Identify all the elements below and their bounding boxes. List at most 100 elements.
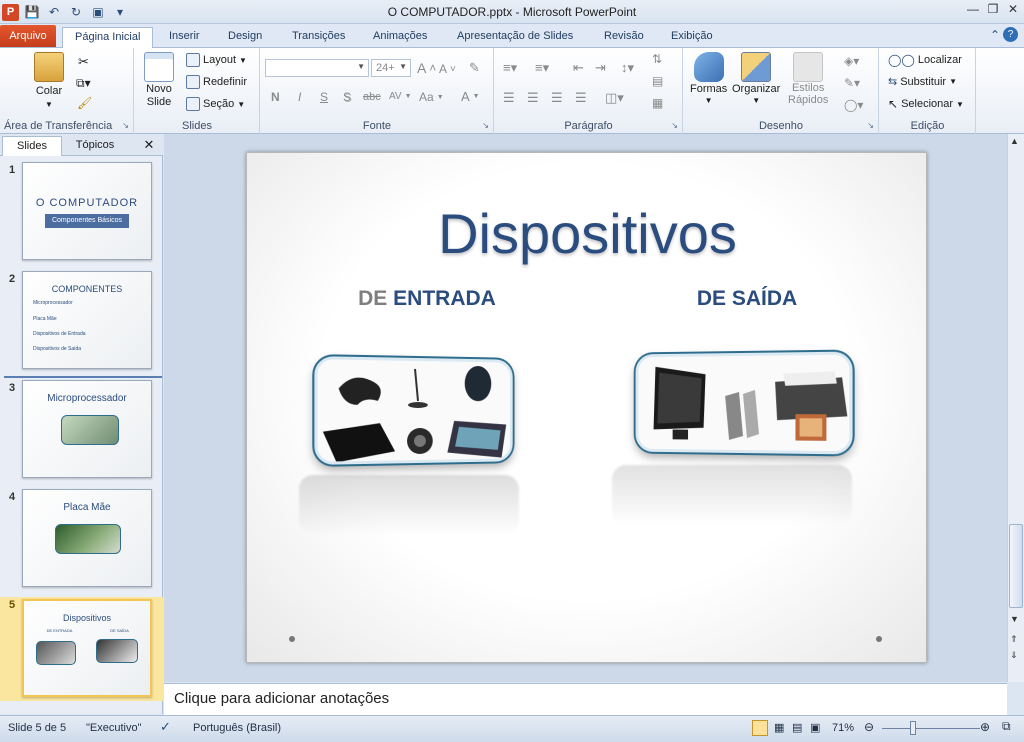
- decrease-indent-icon[interactable]: ⇤: [573, 60, 584, 76]
- tab-insert[interactable]: Inserir: [157, 27, 212, 48]
- shadow-button[interactable]: S: [343, 90, 351, 104]
- restore-icon[interactable]: ❐: [986, 2, 1000, 16]
- shrink-font-icon[interactable]: A ˅: [439, 62, 456, 76]
- new-slide-button[interactable]: Novo Slide: [144, 52, 174, 108]
- underline-button[interactable]: S: [320, 90, 328, 104]
- arrange-button[interactable]: Organizar ▼: [732, 52, 780, 105]
- layout-button[interactable]: Layout ▼: [186, 53, 247, 67]
- help-icon[interactable]: ?: [1003, 27, 1018, 42]
- zoom-slider-thumb[interactable]: [910, 721, 916, 735]
- columns-icon[interactable]: ◫▾: [605, 90, 624, 106]
- dialog-launcher-icon[interactable]: ↘: [482, 121, 489, 130]
- scroll-down-icon[interactable]: ▼: [1010, 614, 1019, 624]
- next-slide-icon[interactable]: ⇓: [1010, 650, 1018, 661]
- minimize-icon[interactable]: —: [966, 2, 980, 16]
- slide-title[interactable]: Dispositivos: [247, 201, 928, 266]
- normal-view-icon[interactable]: [752, 720, 768, 736]
- smartart-icon[interactable]: ▦: [652, 96, 663, 110]
- output-devices-picture[interactable]: [635, 351, 853, 455]
- italic-button[interactable]: I: [298, 90, 301, 104]
- align-right-icon[interactable]: ☰: [551, 90, 563, 106]
- tab-slideshow[interactable]: Apresentação de Slides: [445, 27, 585, 48]
- paste-button[interactable]: Colar ▼: [34, 52, 64, 109]
- find-button[interactable]: ◯◯ Localizar: [888, 53, 962, 67]
- theme-name[interactable]: "Executivo": [86, 722, 142, 734]
- scroll-thumb[interactable]: [1009, 524, 1023, 608]
- line-spacing-icon[interactable]: ↕▾: [621, 60, 634, 76]
- tab-outline-pane[interactable]: Tópicos: [64, 136, 126, 156]
- quick-styles-button[interactable]: Estilos Rápidos: [788, 52, 828, 106]
- zoom-level[interactable]: 71%: [832, 722, 854, 734]
- slide-thumbnail-5[interactable]: 5 Dispositivos DE ENTRADA DE SAÍDA: [0, 597, 163, 701]
- help-collapse-icon[interactable]: ⌃: [990, 28, 1000, 42]
- tab-design[interactable]: Design: [216, 27, 274, 48]
- tab-home[interactable]: Página Inicial: [62, 27, 154, 49]
- grow-font-icon[interactable]: A ˄: [417, 60, 436, 76]
- close-pane-icon[interactable]: ✕: [140, 136, 158, 156]
- font-size-combo[interactable]: 24+ ▼: [371, 59, 411, 77]
- previous-slide-icon[interactable]: ⇑: [1010, 634, 1018, 645]
- slide-thumbnail-1[interactable]: 1 O COMPUTADOR Componentes Básicos: [0, 162, 163, 262]
- tab-file[interactable]: Arquivo: [0, 25, 56, 47]
- font-color-button[interactable]: A ▼: [461, 89, 480, 104]
- reset-button[interactable]: Redefinir: [186, 75, 247, 89]
- slide-thumbnail-2[interactable]: 2 COMPONENTES Microprocessador Placa Mãe…: [0, 271, 163, 371]
- align-center-icon[interactable]: ☰: [527, 90, 539, 106]
- slide-thumbnail-3[interactable]: 3 Microprocessador: [0, 380, 163, 480]
- clear-formatting-icon[interactable]: ✎: [469, 60, 480, 76]
- notes-pane[interactable]: Clique para adicionar anotações: [164, 683, 1007, 715]
- strikethrough-button[interactable]: abc: [363, 91, 381, 103]
- bullets-icon[interactable]: ≡▾: [503, 60, 517, 76]
- slide-sorter-icon[interactable]: ▦: [774, 721, 784, 734]
- vertical-scrollbar[interactable]: ▲ ▼ ⇑ ⇓: [1007, 134, 1024, 682]
- tab-transitions[interactable]: Transições: [280, 27, 357, 48]
- shape-fill-icon[interactable]: ◈▾: [844, 54, 859, 68]
- text-direction-icon[interactable]: ⇅: [652, 52, 662, 66]
- shape-effects-icon[interactable]: ◯▾: [844, 98, 863, 112]
- section-button[interactable]: Seção ▼: [186, 97, 245, 111]
- input-devices-art: [317, 359, 513, 465]
- justify-icon[interactable]: ☰: [575, 90, 587, 106]
- tab-animations[interactable]: Animações: [361, 27, 439, 48]
- align-left-icon[interactable]: ☰: [503, 90, 515, 106]
- char-spacing-button[interactable]: AV ▼: [389, 91, 412, 102]
- reading-view-icon[interactable]: ▤: [792, 721, 802, 734]
- new-slide-icon: [144, 52, 174, 82]
- increase-indent-icon[interactable]: ⇥: [595, 60, 606, 76]
- binoculars-icon: ◯◯: [888, 53, 915, 67]
- dialog-launcher-icon[interactable]: ↘: [867, 121, 874, 130]
- zoom-slider-track[interactable]: [882, 728, 980, 729]
- input-devices-picture[interactable]: [314, 356, 513, 465]
- format-painter-icon[interactable]: 🖌: [77, 96, 92, 110]
- tab-review[interactable]: Revisão: [592, 27, 656, 48]
- shapes-button[interactable]: Formas ▼: [690, 52, 727, 105]
- slideshow-view-icon[interactable]: ▣: [810, 721, 820, 734]
- change-case-button[interactable]: Aa ▼: [419, 90, 444, 104]
- chevron-down-icon: ▼: [436, 93, 444, 101]
- close-icon[interactable]: ✕: [1006, 2, 1020, 16]
- fit-to-window-icon[interactable]: ⧉: [1002, 719, 1011, 734]
- bold-button[interactable]: N: [271, 90, 280, 104]
- tab-view[interactable]: Exibição: [659, 27, 725, 48]
- slide-canvas[interactable]: Dispositivos DE ENTRADA DE SAÍDA: [246, 152, 927, 663]
- drawing-group-label: Desenho: [758, 120, 804, 132]
- zoom-out-icon[interactable]: ⊖: [864, 720, 874, 734]
- dialog-launcher-icon[interactable]: ↘: [671, 121, 678, 130]
- align-text-icon[interactable]: ▤: [652, 74, 663, 88]
- scroll-up-icon[interactable]: ▲: [1010, 136, 1019, 146]
- font-name-combo[interactable]: ▼: [265, 59, 369, 77]
- output-heading[interactable]: DE SAÍDA: [647, 287, 847, 311]
- language-indicator[interactable]: Português (Brasil): [193, 722, 281, 734]
- numbering-icon[interactable]: ≡▾: [535, 60, 549, 76]
- select-button[interactable]: ↖ Selecionar ▼: [888, 97, 964, 111]
- cut-icon[interactable]: ✂: [78, 54, 89, 70]
- tab-slides-pane[interactable]: Slides: [2, 136, 62, 156]
- zoom-in-icon[interactable]: ⊕: [980, 720, 990, 734]
- replace-button[interactable]: ⇆ Substituir ▼: [888, 75, 957, 89]
- dialog-launcher-icon[interactable]: ↘: [122, 121, 129, 130]
- slide-thumbnail-4[interactable]: 4 Placa Mãe: [0, 489, 163, 589]
- copy-icon[interactable]: ⧉▾: [76, 76, 91, 91]
- spell-check-icon[interactable]: ✓: [160, 719, 171, 735]
- shape-outline-icon[interactable]: ✎▾: [844, 76, 860, 90]
- input-heading[interactable]: DE ENTRADA: [327, 287, 527, 311]
